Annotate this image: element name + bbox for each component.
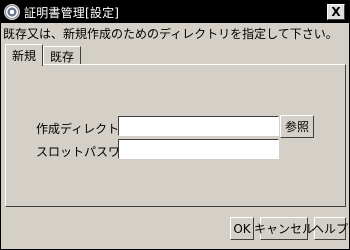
tab-new[interactable]: 新規 [5, 44, 44, 66]
cancel-button[interactable]: キャンセル [254, 217, 314, 240]
tab-bar: 新規 既存 [5, 44, 82, 66]
dialog-window: 証明書管理[設定] X 既存又は、新規作成のためのディレクトリを指定して下さい。… [0, 0, 350, 250]
instruction-text: 既存又は、新規作成のためのディレクトリを指定して下さい。 [3, 27, 338, 41]
slot-password-input[interactable] [118, 139, 279, 159]
tab-existing[interactable]: 既存 [43, 46, 82, 65]
window-title: 証明書管理[設定] [24, 5, 120, 20]
certificate-app-icon [4, 4, 20, 20]
directory-input[interactable] [118, 116, 279, 136]
close-button[interactable]: X [327, 4, 345, 20]
title-bar[interactable]: 証明書管理[設定] X [1, 1, 349, 23]
ok-button[interactable]: OK [230, 217, 254, 240]
help-button[interactable]: ヘルプ [312, 217, 348, 240]
tab-panel-new: 作成ディレクトリ： 参照 スロットパスワード： [5, 64, 346, 207]
browse-button[interactable]: 参照 [280, 115, 314, 138]
